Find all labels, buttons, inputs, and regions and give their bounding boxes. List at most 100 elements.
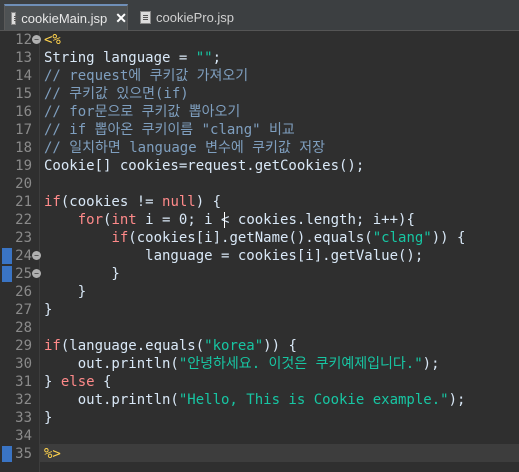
code-line[interactable]: 12− <%: [0, 31, 519, 49]
code-line[interactable]: 13 String language = "";: [0, 49, 519, 67]
close-icon[interactable]: ✕: [115, 10, 127, 27]
code-line[interactable]: 34: [0, 427, 519, 445]
code-token: // 쿠키값 있으면(if): [44, 86, 189, 102]
code-token: (language.equals(: [60, 338, 205, 354]
code-line[interactable]: 33}: [0, 409, 519, 427]
tab-cookiepro[interactable]: cookiePro.jsp: [134, 4, 244, 30]
change-marker: [2, 266, 12, 282]
code-line[interactable]: 16 // for문으로 쿠키값 뽑아오기: [0, 103, 519, 121]
code-line[interactable]: 25− }: [0, 265, 519, 283]
code-line[interactable]: 23 if(cookies[i].getName().equals("clang…: [0, 229, 519, 247]
code-token: }: [44, 284, 87, 300]
code-token: "안녕하세요. 이것은 쿠키예제입니다.": [178, 356, 423, 372]
code-text: String language = "";: [44, 49, 221, 67]
code-token: ) {: [195, 194, 222, 210]
line-number: 29: [15, 338, 32, 354]
code-line[interactable]: 14 // request에 쿠키값 가져오기: [0, 67, 519, 85]
code-token: String language =: [44, 50, 196, 66]
code-text: // 쿠키값 있으면(if): [44, 85, 189, 103]
code-token: }: [44, 302, 53, 318]
code-token: language = cookies[i].getValue();: [44, 248, 424, 264]
code-text: out.println("안녕하세요. 이것은 쿠키예제입니다.");: [44, 355, 440, 373]
code-token: }: [44, 266, 120, 282]
code-text: // if 뽑아온 쿠키이름 "clang" 비교: [44, 121, 295, 139]
code-token: );: [422, 356, 440, 372]
code-token: <%: [44, 32, 61, 48]
code-token: (cookies[i].getName().equals(: [128, 230, 373, 246]
code-line[interactable]: 22 for(int i = 0; i < cookies.length; i+…: [0, 211, 519, 229]
code-text: // request에 쿠키값 가져오기: [44, 67, 248, 85]
code-text: // 일치하면 language 변수에 쿠키값 저장: [44, 139, 325, 157]
code-line[interactable]: 29 if(language.equals("korea")) {: [0, 337, 519, 355]
code-line[interactable]: 18 // 일치하면 language 변수에 쿠키값 저장: [0, 139, 519, 157]
code-line[interactable]: 28: [0, 319, 519, 337]
code-text: if(cookies != null) {: [44, 193, 221, 211]
line-number: 13: [15, 50, 32, 66]
line-number: 31: [15, 374, 32, 390]
code-text: <%: [44, 31, 61, 49]
editor-tab-bar: cookieMain.jsp ✕ cookiePro.jsp: [0, 0, 519, 31]
code-line[interactable]: 19 Cookie[] cookies=request.getCookies();: [0, 157, 519, 175]
code-line[interactable]: 35 %>: [0, 445, 519, 463]
code-text: language = cookies[i].getValue();: [44, 247, 423, 265]
code-token: Cookie[] cookies=request.getCookies();: [44, 158, 365, 174]
code-text: if(language.equals("korea")) {: [44, 337, 297, 355]
code-token: }: [44, 410, 53, 426]
code-line[interactable]: 24− language = cookies[i].getValue();: [0, 247, 519, 265]
code-token: out.println(: [44, 392, 179, 408]
code-token: else: [60, 374, 95, 390]
code-line[interactable]: 27}: [0, 301, 519, 319]
code-editor[interactable]: 12− <% 13 String language = ""; 14// request…: [0, 31, 519, 472]
code-line[interactable]: 20: [0, 175, 519, 193]
code-token: "Hello, This is Cookie example.": [178, 392, 449, 408]
change-marker: [2, 248, 12, 264]
code-token: {: [94, 374, 112, 390]
tab-label: cookieMain.jsp: [21, 10, 108, 26]
code-token: for: [77, 212, 104, 228]
fold-toggle-icon[interactable]: −: [32, 269, 41, 278]
line-number: 14: [15, 68, 32, 84]
line-number: 17: [15, 122, 32, 138]
code-text: %>: [44, 445, 61, 463]
fold-toggle-icon[interactable]: −: [32, 35, 41, 44]
code-token: "korea": [204, 338, 264, 354]
line-number: 23: [15, 230, 32, 246]
code-token: );: [448, 392, 466, 408]
code-line[interactable]: 31} else {: [0, 373, 519, 391]
code-line[interactable]: 30 out.println("안녕하세요. 이것은 쿠키예제입니다.");: [0, 355, 519, 373]
code-text: for(int i = 0; i < cookies.length; i++){: [44, 211, 415, 229]
line-number: 24: [15, 248, 32, 264]
code-token: out.println(: [44, 356, 179, 372]
code-token: null: [162, 194, 196, 210]
tab-label: cookiePro.jsp: [156, 9, 235, 25]
line-number: 35: [15, 446, 32, 462]
line-number: 25: [15, 266, 32, 282]
code-token: if: [44, 338, 61, 354]
code-text: }: [44, 409, 52, 427]
code-line[interactable]: 15 // 쿠키값 있으면(if): [0, 85, 519, 103]
code-token: // for문으로 쿠키값 뽑아오기: [44, 104, 241, 120]
code-token: if: [111, 230, 129, 246]
code-line[interactable]: 26 }: [0, 283, 519, 301]
line-number: 33: [15, 410, 32, 426]
code-line[interactable]: 21 if(cookies != null) {: [0, 193, 519, 211]
code-line[interactable]: 17 // if 뽑아온 쿠키이름 "clang" 비교: [0, 121, 519, 139]
code-token: "": [195, 50, 213, 66]
code-token: ;: [212, 50, 222, 66]
code-token: if: [44, 194, 61, 210]
line-number: 26: [15, 284, 32, 300]
line-number: 30: [15, 356, 32, 372]
code-line[interactable]: 32 out.println("Hello, This is Cookie ex…: [0, 391, 519, 409]
code-text: // for문으로 쿠키값 뽑아오기: [44, 103, 240, 121]
code-text: if(cookies[i].getName().equals("clang"))…: [44, 229, 465, 247]
code-token: }: [44, 374, 61, 390]
line-number: 34: [15, 428, 32, 444]
code-token: (cookies !=: [60, 194, 163, 210]
tab-cookiemain[interactable]: cookieMain.jsp ✕: [4, 4, 128, 30]
code-token: )) {: [431, 230, 466, 246]
code-token: // if 뽑아온 쿠키이름 "clang" 비교: [44, 122, 295, 138]
line-number: 12: [15, 32, 32, 48]
code-token: int: [111, 212, 137, 228]
fold-toggle-icon[interactable]: −: [32, 251, 41, 260]
